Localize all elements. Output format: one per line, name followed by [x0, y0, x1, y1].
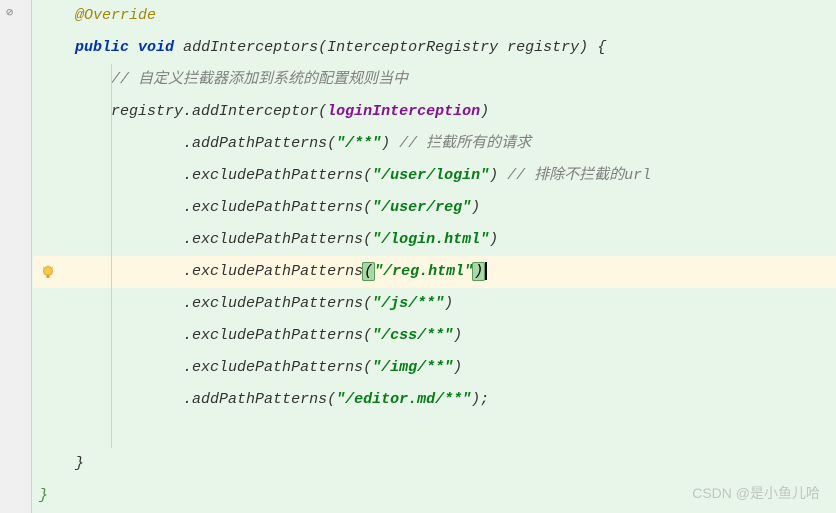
method-name: addInterceptors	[183, 39, 318, 56]
matched-paren: )	[472, 262, 485, 281]
param-name: registry	[507, 39, 579, 56]
string-literal: "/editor.md/**"	[336, 391, 471, 408]
code-editor[interactable]: @Override public void addInterceptors(In…	[33, 0, 836, 512]
string-literal: "/user/reg"	[372, 199, 471, 216]
keyword-void: void	[138, 39, 174, 56]
keyword-public: public	[75, 39, 129, 56]
annotation: @Override	[75, 7, 156, 24]
editor-gutter: ⊘	[0, 0, 32, 513]
watermark: CSDN @是小鱼儿哈	[692, 483, 820, 503]
string-literal: "/reg.html"	[374, 263, 473, 280]
comment-line: // 拦截所有的请求	[399, 135, 531, 152]
string-literal: "/login.html"	[372, 231, 489, 248]
intention-bulb-icon[interactable]	[40, 264, 56, 280]
param-type: InterceptorRegistry	[327, 39, 498, 56]
variable: registry	[111, 103, 183, 120]
comment-line: // 自定义拦截器添加到系统的配置规则当中	[111, 71, 408, 88]
text-cursor	[485, 262, 487, 280]
comment-line: // 排除不拦截的url	[507, 167, 651, 184]
string-literal: "/**"	[336, 135, 381, 152]
string-literal: "/js/**"	[372, 295, 444, 312]
current-line: .excludePathPatterns("/reg.html")	[33, 256, 836, 288]
field-ref: loginInterception	[327, 103, 480, 120]
string-literal: "/css/**"	[372, 327, 453, 344]
override-gutter-icon: ⊘	[6, 5, 13, 20]
string-literal: "/user/login"	[372, 167, 489, 184]
string-literal: "/img/**"	[372, 359, 453, 376]
closing-brace: }	[75, 455, 84, 472]
class-closing-brace: }	[39, 487, 48, 504]
